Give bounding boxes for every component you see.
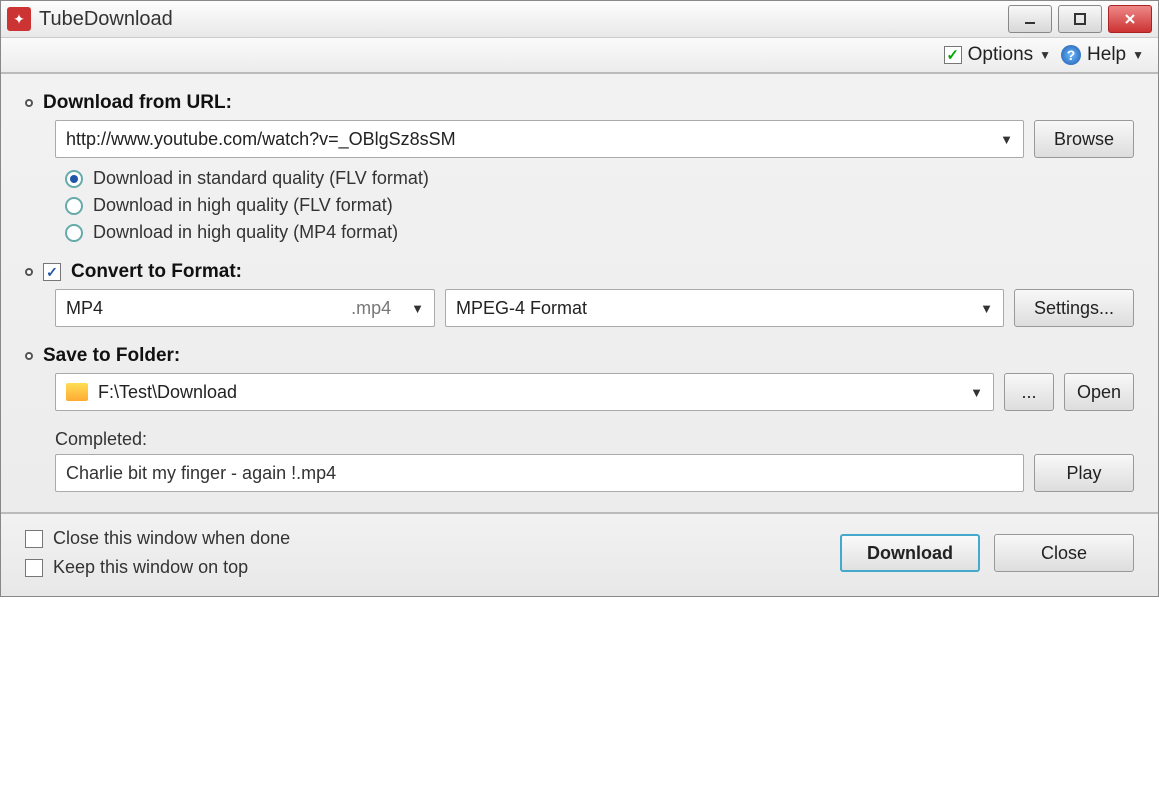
- menubar: ✓ Options ▼ ? Help ▼: [1, 38, 1158, 74]
- chevron-down-icon: ▼: [411, 301, 424, 316]
- completed-file: Charlie bit my finger - again !.mp4: [66, 463, 336, 484]
- url-input[interactable]: http://www.youtube.com/watch?v=_OBlgSz8s…: [55, 120, 1024, 158]
- convert-checkbox[interactable]: ✓: [43, 263, 61, 281]
- settings-button[interactable]: Settings...: [1014, 289, 1134, 327]
- download-button[interactable]: Download: [840, 534, 980, 572]
- options-menu[interactable]: ✓ Options ▼: [944, 44, 1051, 66]
- bullet-icon: [25, 268, 33, 276]
- radio-icon: [65, 170, 83, 188]
- options-label: Options: [968, 44, 1033, 66]
- quality-radio-group: Download in standard quality (FLV format…: [65, 168, 1134, 243]
- close-when-done-checkbox[interactable]: Close this window when done: [25, 528, 290, 549]
- chevron-down-icon: ▼: [1039, 48, 1051, 62]
- play-button[interactable]: Play: [1034, 454, 1134, 492]
- app-window: ✦ TubeDownload ✓ Options ▼ ? Help ▼ Down…: [0, 0, 1159, 597]
- save-section-label: Save to Folder:: [25, 345, 1134, 367]
- convert-section-label: ✓ Convert to Format:: [25, 261, 1134, 283]
- keep-on-top-checkbox[interactable]: Keep this window on top: [25, 557, 290, 578]
- completed-file-field: Charlie bit my finger - again !.mp4: [55, 454, 1024, 492]
- checkbox-icon: [25, 559, 43, 577]
- minimize-button[interactable]: [1008, 5, 1052, 33]
- chevron-down-icon: ▼: [1000, 132, 1013, 147]
- chevron-down-icon: ▼: [980, 301, 993, 316]
- codec-select[interactable]: MPEG-4 Format ▼: [445, 289, 1004, 327]
- url-section-label: Download from URL:: [25, 92, 1134, 114]
- radio-icon: [65, 197, 83, 215]
- folder-path: F:\Test\Download: [98, 382, 237, 403]
- close-window-button[interactable]: Close: [994, 534, 1134, 572]
- footer: Close this window when done Keep this wi…: [1, 512, 1158, 596]
- content-area: Download from URL: http://www.youtube.co…: [1, 74, 1158, 512]
- titlebar: ✦ TubeDownload: [1, 1, 1158, 38]
- folder-open-button[interactable]: Open: [1064, 373, 1134, 411]
- maximize-button[interactable]: [1058, 5, 1102, 33]
- help-menu[interactable]: ? Help ▼: [1061, 44, 1144, 66]
- bullet-icon: [25, 352, 33, 360]
- checkbox-icon: [25, 530, 43, 548]
- chevron-down-icon: ▼: [970, 385, 983, 400]
- help-label: Help: [1087, 44, 1126, 66]
- format-extension: .mp4: [351, 298, 391, 319]
- radio-icon: [65, 224, 83, 242]
- close-button[interactable]: [1108, 5, 1152, 33]
- format-select[interactable]: MP4 .mp4 ▼: [55, 289, 435, 327]
- quality-radio-high-mp4[interactable]: Download in high quality (MP4 format): [65, 222, 1134, 243]
- help-icon: ?: [1061, 45, 1081, 65]
- chevron-down-icon: ▼: [1132, 48, 1144, 62]
- browse-button[interactable]: Browse: [1034, 120, 1134, 158]
- folder-browse-button[interactable]: ...: [1004, 373, 1054, 411]
- folder-icon: [66, 383, 88, 401]
- folder-select[interactable]: F:\Test\Download ▼: [55, 373, 994, 411]
- app-icon: ✦: [7, 7, 31, 31]
- quality-radio-standard-flv[interactable]: Download in standard quality (FLV format…: [65, 168, 1134, 189]
- bullet-icon: [25, 99, 33, 107]
- window-controls: [1008, 5, 1152, 33]
- completed-label: Completed:: [55, 429, 1134, 450]
- options-checkbox-icon: ✓: [944, 46, 962, 64]
- url-value: http://www.youtube.com/watch?v=_OBlgSz8s…: [66, 129, 456, 150]
- format-value: MP4: [66, 298, 103, 319]
- quality-radio-high-flv[interactable]: Download in high quality (FLV format): [65, 195, 1134, 216]
- codec-value: MPEG-4 Format: [456, 298, 587, 319]
- window-title: TubeDownload: [39, 8, 1008, 31]
